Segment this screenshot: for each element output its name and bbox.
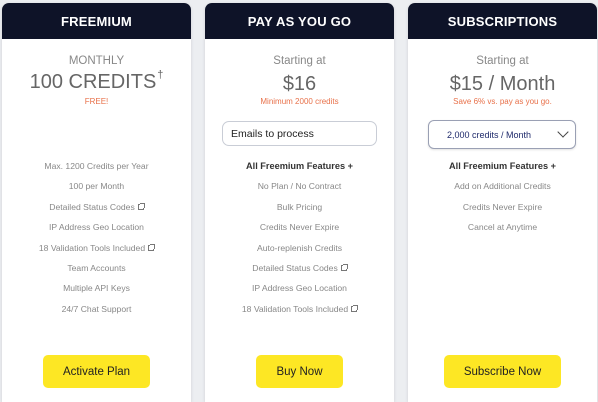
feature-item: Detailed Status Codes [205, 258, 394, 278]
external-link-icon[interactable] [351, 304, 359, 312]
selected-value: 2,000 credits / Month [447, 129, 532, 140]
external-link-icon[interactable] [148, 243, 156, 251]
feature-text: Bulk Pricing [276, 201, 323, 212]
feature-text: IP Address Geo Location [252, 283, 347, 294]
feature-item: Detailed Status Codes [2, 197, 191, 217]
feature-item: Credits Never Expire [408, 197, 597, 217]
feature-text: All Freemium Features + [246, 161, 353, 171]
dagger-mark: † [157, 69, 164, 81]
feature-text: 18 Validation Tools Included [241, 303, 349, 314]
feature-list: All Freemium Features + Add on Additional… [408, 156, 597, 238]
feature-text: Max. 1200 Credits per Year [44, 161, 149, 171]
feature-item: Credits Never Expire [205, 217, 394, 237]
feature-list: All Freemium Features + No Plan / No Cont… [205, 156, 394, 319]
card-title: PAY AS YOU GO [205, 3, 394, 39]
feature-text: 24/7 Chat Support [61, 303, 132, 314]
feature-text: No Plan / No Contract [257, 181, 342, 192]
buy-now-button[interactable]: Buy Now [256, 355, 343, 388]
savings-note: Save 6% vs. pay as you go. [453, 97, 552, 106]
credits-amount: 100 CREDITS† [29, 69, 164, 93]
feature-text: Multiple API Keys [63, 283, 130, 294]
feature-item: Multiple API Keys [2, 278, 191, 298]
feature-item: 100 per Month [2, 176, 191, 196]
feature-item: IP Address Geo Location [2, 217, 191, 237]
feature-list: Max. 1200 Credits per Year 100 per Month D… [2, 156, 191, 319]
activate-plan-button[interactable]: Activate Plan [43, 355, 150, 388]
period-label: MONTHLY [68, 55, 125, 67]
external-link-icon[interactable] [340, 263, 348, 271]
feature-item: 18 Validation Tools Included [2, 238, 191, 258]
free-note: FREE! [84, 97, 109, 106]
feature-item: Add on Additional Credits [408, 176, 597, 196]
feature-item: Bulk Pricing [205, 197, 394, 217]
feature-item: 24/7 Chat Support [2, 299, 191, 319]
pay-as-you-go-card: PAY AS YOU GO Starting at $16 Minimum 20… [205, 3, 394, 402]
feature-text: Cancel at Anytime [467, 222, 538, 233]
feature-item: Team Accounts [2, 258, 191, 278]
feature-text: 100 per Month [68, 181, 125, 192]
feature-text: 18 Validation Tools Included [38, 242, 146, 253]
minimum-note: Minimum 2000 credits [260, 97, 339, 106]
freemium-card: FREEMIUM MONTHLY 100 CREDITS† FREE! Max.… [2, 3, 191, 402]
starting-at-label: Starting at [476, 55, 529, 67]
card-title: FREEMIUM [2, 3, 191, 39]
feature-text: Detailed Status Codes [252, 262, 338, 273]
feature-text: IP Address Geo Location [49, 222, 144, 233]
card-title: SUBSCRIPTIONS [408, 3, 597, 39]
emails-to-process-input[interactable] [222, 121, 377, 146]
subscriptions-card: SUBSCRIPTIONS Starting at $15 / Month Sa… [408, 3, 597, 402]
feature-text: Detailed Status Codes [49, 201, 135, 212]
feature-item: IP Address Geo Location [205, 278, 394, 298]
feature-item: All Freemium Features + [205, 156, 394, 176]
feature-item: Cancel at Anytime [408, 217, 597, 237]
feature-item: No Plan / No Contract [205, 176, 394, 196]
subscribe-now-button[interactable]: Subscribe Now [444, 355, 561, 388]
feature-text: All Freemium Features + [449, 161, 556, 171]
price: $16 [282, 73, 317, 95]
feature-item: Max. 1200 Credits per Year [2, 156, 191, 176]
external-link-icon[interactable] [137, 202, 145, 210]
feature-item: All Freemium Features + [408, 156, 597, 176]
feature-text: Auto-replenish Credits [256, 242, 343, 253]
feature-text: Credits Never Expire [259, 222, 340, 233]
chevron-down-icon [557, 126, 569, 138]
feature-text: Add on Additional Credits [454, 181, 551, 192]
feature-item: 18 Validation Tools Included [205, 299, 394, 319]
starting-at-label: Starting at [273, 55, 326, 67]
feature-text: Credits Never Expire [462, 201, 543, 212]
credits-select[interactable]: 2,000 credits / Month [428, 120, 576, 149]
feature-text: Team Accounts [67, 262, 126, 273]
price: $15 / Month [449, 73, 556, 95]
feature-item: Auto-replenish Credits [205, 238, 394, 258]
